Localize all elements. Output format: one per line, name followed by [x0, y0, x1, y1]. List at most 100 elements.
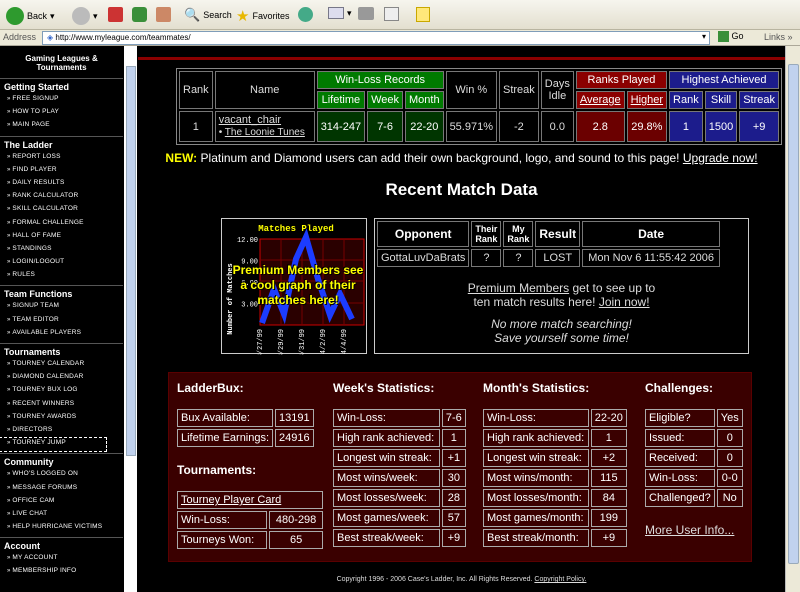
sidebar-item-live-chat[interactable]: LIVE CHAT: [0, 509, 123, 522]
ladderbux-title: LadderBux:: [177, 381, 244, 395]
sidebar-item-rules[interactable]: RULES: [0, 270, 123, 283]
address-bar: Address ◈ http://www.myleague.com/teamma…: [0, 30, 800, 46]
player-name-link[interactable]: vacant_chair: [219, 114, 281, 126]
sidebar-item-message-forums[interactable]: MESSAGE FORUMS: [0, 483, 123, 496]
search-button[interactable]: 🔍 Search: [184, 7, 232, 23]
print-button[interactable]: [358, 7, 374, 20]
match-date: Mon Nov 6 11:55:42 2006: [582, 249, 721, 267]
higher-header[interactable]: Higher: [626, 91, 668, 109]
sidebar-item-skill-calculator[interactable]: SKILL CALCULATOR: [0, 204, 123, 217]
sidebar-item-tourney-calendar[interactable]: TOURNEY CALENDAR: [0, 359, 123, 372]
mail-icon: [328, 7, 344, 19]
streak-header: Streak: [499, 71, 539, 109]
y-tick-label: 12.00: [237, 237, 258, 245]
match-row: GottaLuvDaBrats?? LOST Mon Nov 6 11:55:42 …: [377, 249, 721, 267]
favorites-button[interactable]: ★ Favorites: [236, 7, 289, 25]
week-header: Week: [367, 91, 403, 109]
upgrade-link[interactable]: Upgrade now!: [683, 151, 758, 165]
my-rank-header: My Rank: [503, 221, 534, 247]
back-button[interactable]: Back ▾: [6, 7, 55, 25]
month-title: Month's Statistics:: [483, 381, 590, 395]
history-button[interactable]: [298, 7, 313, 22]
sidebar-item-team-editor[interactable]: TEAM EDITOR: [0, 315, 123, 328]
sidebar-item-membership-info[interactable]: MEMBERSHIP INFO: [0, 566, 123, 579]
window-scrollbar[interactable]: [785, 46, 800, 592]
sidebar-item-free-signup[interactable]: FREE SIGNUP: [0, 94, 123, 107]
average-header[interactable]: Average: [575, 91, 625, 109]
sidebar-item-available-players[interactable]: AVAILABLE PLAYERS: [0, 328, 123, 341]
sidebar-item-formal-challenge[interactable]: FORMAL CHALLENGE: [0, 218, 123, 231]
back-label: Back: [27, 11, 48, 21]
address-url: http://www.myleague.com/teammates/: [55, 33, 191, 42]
back-arrow-icon: [6, 7, 24, 25]
sidebar-item-directors[interactable]: DIRECTORS: [0, 425, 123, 438]
week-stat-row: Most losses/week: 28: [333, 489, 466, 507]
sidebar-item-hall-of-fame[interactable]: HALL OF FAME: [0, 231, 123, 244]
sidebar-item-my-account[interactable]: MY ACCOUNT: [0, 553, 123, 566]
week-stat-label: Most losses/week:: [333, 489, 440, 507]
edit-button[interactable]: [384, 7, 399, 21]
home-button[interactable]: [156, 7, 171, 22]
sidebar-item-daily-results[interactable]: DAILY RESULTS: [0, 178, 123, 191]
frame-scrollbar[interactable]: [123, 46, 137, 592]
premium-members-link[interactable]: Premium Members: [468, 281, 569, 295]
ranks-played-header: Ranks Played: [575, 71, 668, 89]
week-title: Week's Statistics:: [333, 381, 435, 395]
sidebar-heading: Team Functions: [0, 285, 123, 301]
refresh-button[interactable]: [132, 7, 147, 22]
result-header: Result: [535, 221, 581, 247]
month-table: Win-Loss: 22-20 High rank achieved: 1 Longes…: [481, 407, 629, 549]
promo-message-1: No more match searching!: [491, 317, 632, 331]
week-stat-value: 7-6: [441, 409, 466, 427]
sidebar-item-standings[interactable]: STANDINGS: [0, 244, 123, 257]
challenge-value: No: [716, 489, 743, 507]
week-stat-value: 30: [441, 469, 466, 487]
stop-button[interactable]: [108, 7, 123, 22]
go-button[interactable]: Go: [718, 31, 744, 43]
frame-scrollbar-thumb[interactable]: [126, 66, 136, 456]
address-input[interactable]: ◈ http://www.myleague.com/teammates/▾: [42, 31, 710, 45]
high-streak-value: +9: [739, 111, 780, 142]
team-name-link[interactable]: The Loonie Tunes: [225, 127, 305, 138]
sidebar-item-find-player[interactable]: FIND PLAYER: [0, 165, 123, 178]
sidebar-item-who-s-logged-on[interactable]: WHO'S LOGGED ON: [0, 469, 123, 482]
footer: Copyright 1996 - 2006 Case's Ladder, Inc…: [138, 576, 785, 583]
sidebar-item-signup-team[interactable]: SIGNUP TEAM: [0, 301, 123, 314]
ladderbux-row: Bux Available: 13191: [177, 409, 314, 427]
notice-text: Platinum and Diamond users can add their…: [200, 151, 680, 165]
week-stat-label: Best streak/week:: [333, 529, 440, 547]
address-label: Address: [3, 32, 37, 42]
sidebar-item-recent-winners[interactable]: RECENT WINNERS: [0, 399, 123, 412]
sidebar-item-office-cam[interactable]: OFFICE CAM: [0, 496, 123, 509]
sidebar-item-tourney-awards[interactable]: TOURNEY AWARDS: [0, 412, 123, 425]
sidebar-item-tourney-bux-log[interactable]: TOURNEY BUX LOG: [0, 385, 123, 398]
sidebar-item-tourney-jump[interactable]: TOURNEY JUMP: [0, 437, 107, 453]
links-button[interactable]: Links »: [764, 32, 793, 42]
sidebar-item-how-to-play[interactable]: HOW TO PLAY: [0, 107, 123, 120]
dropdown-arrow-icon[interactable]: ▾: [702, 32, 706, 41]
tourney-value: 480-298: [269, 511, 323, 529]
month-stat-value: 1: [590, 429, 627, 447]
sidebar-item-login-logout[interactable]: LOGIN/LOGOUT: [0, 257, 123, 270]
search-icon: 🔍: [184, 7, 201, 22]
sidebar-item-diamond-calendar[interactable]: DIAMOND CALENDAR: [0, 372, 123, 385]
sidebar-item-main-page[interactable]: MAIN PAGE: [0, 120, 123, 133]
sidebar-item-rank-calculator[interactable]: RANK CALCULATOR: [0, 191, 123, 204]
average-value: 2.8: [575, 111, 625, 142]
join-now-link[interactable]: Join now!: [599, 295, 650, 309]
tourney-card-link[interactable]: Tourney Player Card: [177, 491, 323, 509]
ladderbux-value: 24916: [275, 429, 314, 447]
sidebar-item-report-loss[interactable]: REPORT LOSS: [0, 152, 123, 165]
match-their: ?: [471, 249, 502, 267]
month-stat-label: Win-Loss:: [483, 409, 589, 427]
notes-button[interactable]: [416, 7, 430, 22]
match-my: ?: [503, 249, 534, 267]
sidebar-item-help-hurricane-victims[interactable]: HELP HURRICANE VICTIMS: [0, 522, 123, 535]
copyright-policy-link[interactable]: Copyright Policy.: [534, 576, 586, 583]
window-scrollbar-thumb[interactable]: [788, 64, 799, 564]
week-table: Win-Loss: 7-6 High rank achieved: 1 Longest …: [331, 407, 468, 549]
more-user-info-link[interactable]: More User Info...: [645, 523, 734, 537]
mail-button[interactable]: ▾: [328, 7, 352, 19]
forward-button[interactable]: ▾: [72, 7, 98, 25]
new-label: NEW:: [165, 151, 198, 165]
